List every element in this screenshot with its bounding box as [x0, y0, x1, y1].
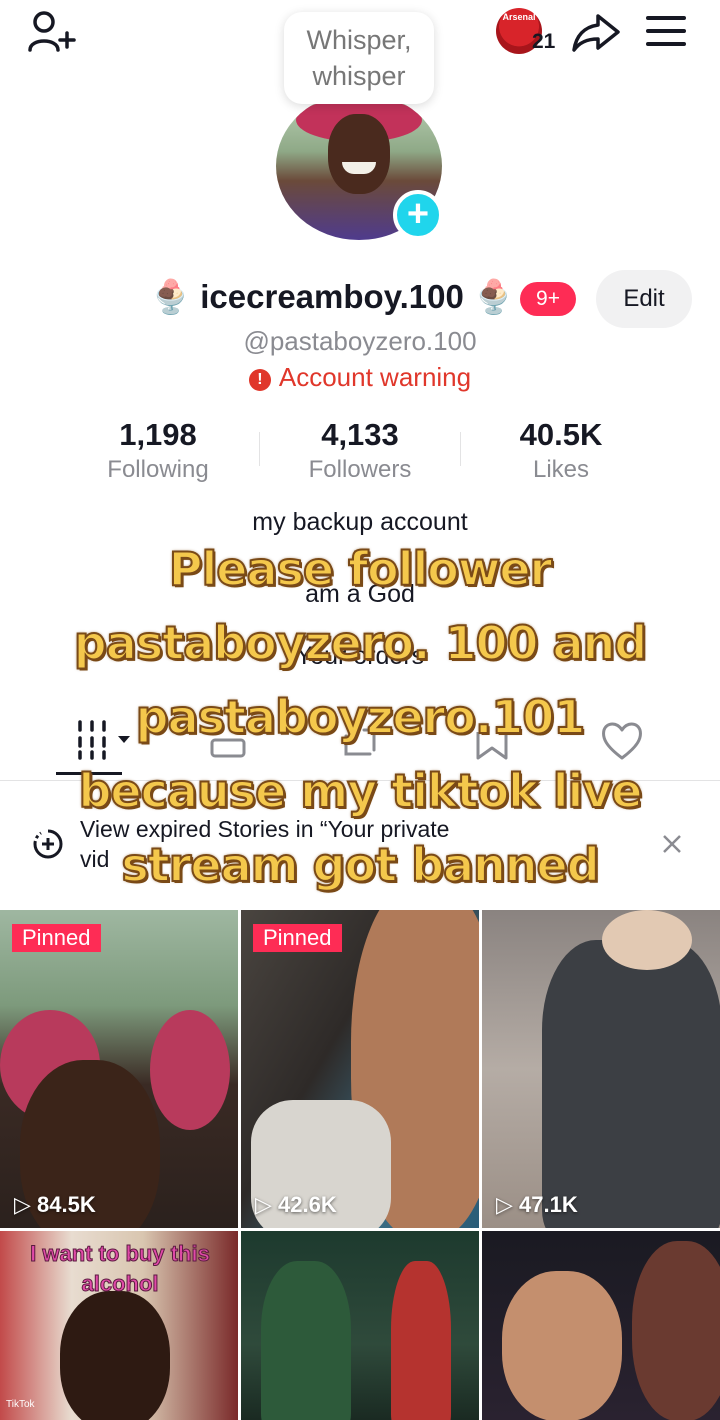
video-tile-1[interactable]: Pinned ▷ 84.5K — [0, 910, 238, 1228]
edit-profile-button[interactable]: Edit — [596, 270, 692, 328]
tooltip-line-1: Whisper, — [306, 25, 412, 55]
overlay-line-3: pastaboyzero.101 — [135, 689, 587, 745]
view-count: ▷ 47.1K — [496, 1192, 578, 1217]
club-badge-label: Arsenal — [502, 12, 536, 22]
pinned-badge: Pinned — [12, 924, 101, 952]
stat-likes[interactable]: 40.5K Likes — [461, 416, 661, 486]
likes-count: 40.5K — [519, 417, 603, 452]
view-count: ▷ 84.5K — [14, 1192, 96, 1217]
video-tile-5[interactable] — [241, 1231, 479, 1420]
account-warning-label: Account warning — [278, 362, 472, 392]
overlay-caption: Please follower pastaboyzero. 100 and pa… — [20, 532, 700, 902]
stat-following[interactable]: 1,198 Following — [58, 416, 258, 486]
account-warning-link[interactable]: ! Account warning — [0, 362, 720, 393]
followers-count: 4,133 — [321, 417, 399, 452]
username-handle: @pastaboyzero.100 — [243, 326, 477, 356]
badge-count: 21 — [532, 30, 556, 53]
add-story-button[interactable]: + — [393, 190, 443, 240]
video-tile-4[interactable]: I want to buy this alcohol TikTok — [0, 1231, 238, 1420]
video-tile-6[interactable] — [482, 1231, 720, 1420]
display-name: 🍨 icecreamboy.100 🍨 — [150, 278, 515, 315]
warning-icon: ! — [248, 369, 271, 391]
menu-icon[interactable] — [646, 14, 688, 48]
whisper-tooltip[interactable]: Whisper, whisper — [284, 12, 434, 104]
following-count: 1,198 — [119, 417, 197, 452]
video-tile-2[interactable]: Pinned ▷ 42.6K — [241, 910, 479, 1228]
following-label: Following — [107, 456, 209, 483]
notification-badge[interactable]: 9+ — [520, 282, 576, 316]
overlay-line-4: because my tiktok live — [78, 763, 644, 819]
overlay-line-2: pastaboyzero. 100 and — [73, 615, 648, 671]
overlay-line-5: stream got banned — [120, 837, 600, 893]
stat-followers[interactable]: 4,133 Followers — [260, 416, 460, 486]
share-icon[interactable] — [570, 10, 622, 54]
add-friend-icon[interactable] — [26, 10, 78, 58]
tooltip-line-2: whisper — [312, 61, 406, 91]
pinned-badge: Pinned — [253, 924, 342, 952]
tiktok-watermark: TikTok — [6, 1399, 35, 1410]
view-count: ▷ 42.6K — [255, 1192, 337, 1217]
overlay-line-1: Please follower — [168, 541, 553, 597]
video-caption: I want to buy this alcohol — [30, 1241, 211, 1297]
likes-label: Likes — [532, 456, 590, 483]
video-tile-3[interactable]: ▷ 47.1K — [482, 910, 720, 1228]
followers-label: Followers — [308, 456, 412, 483]
